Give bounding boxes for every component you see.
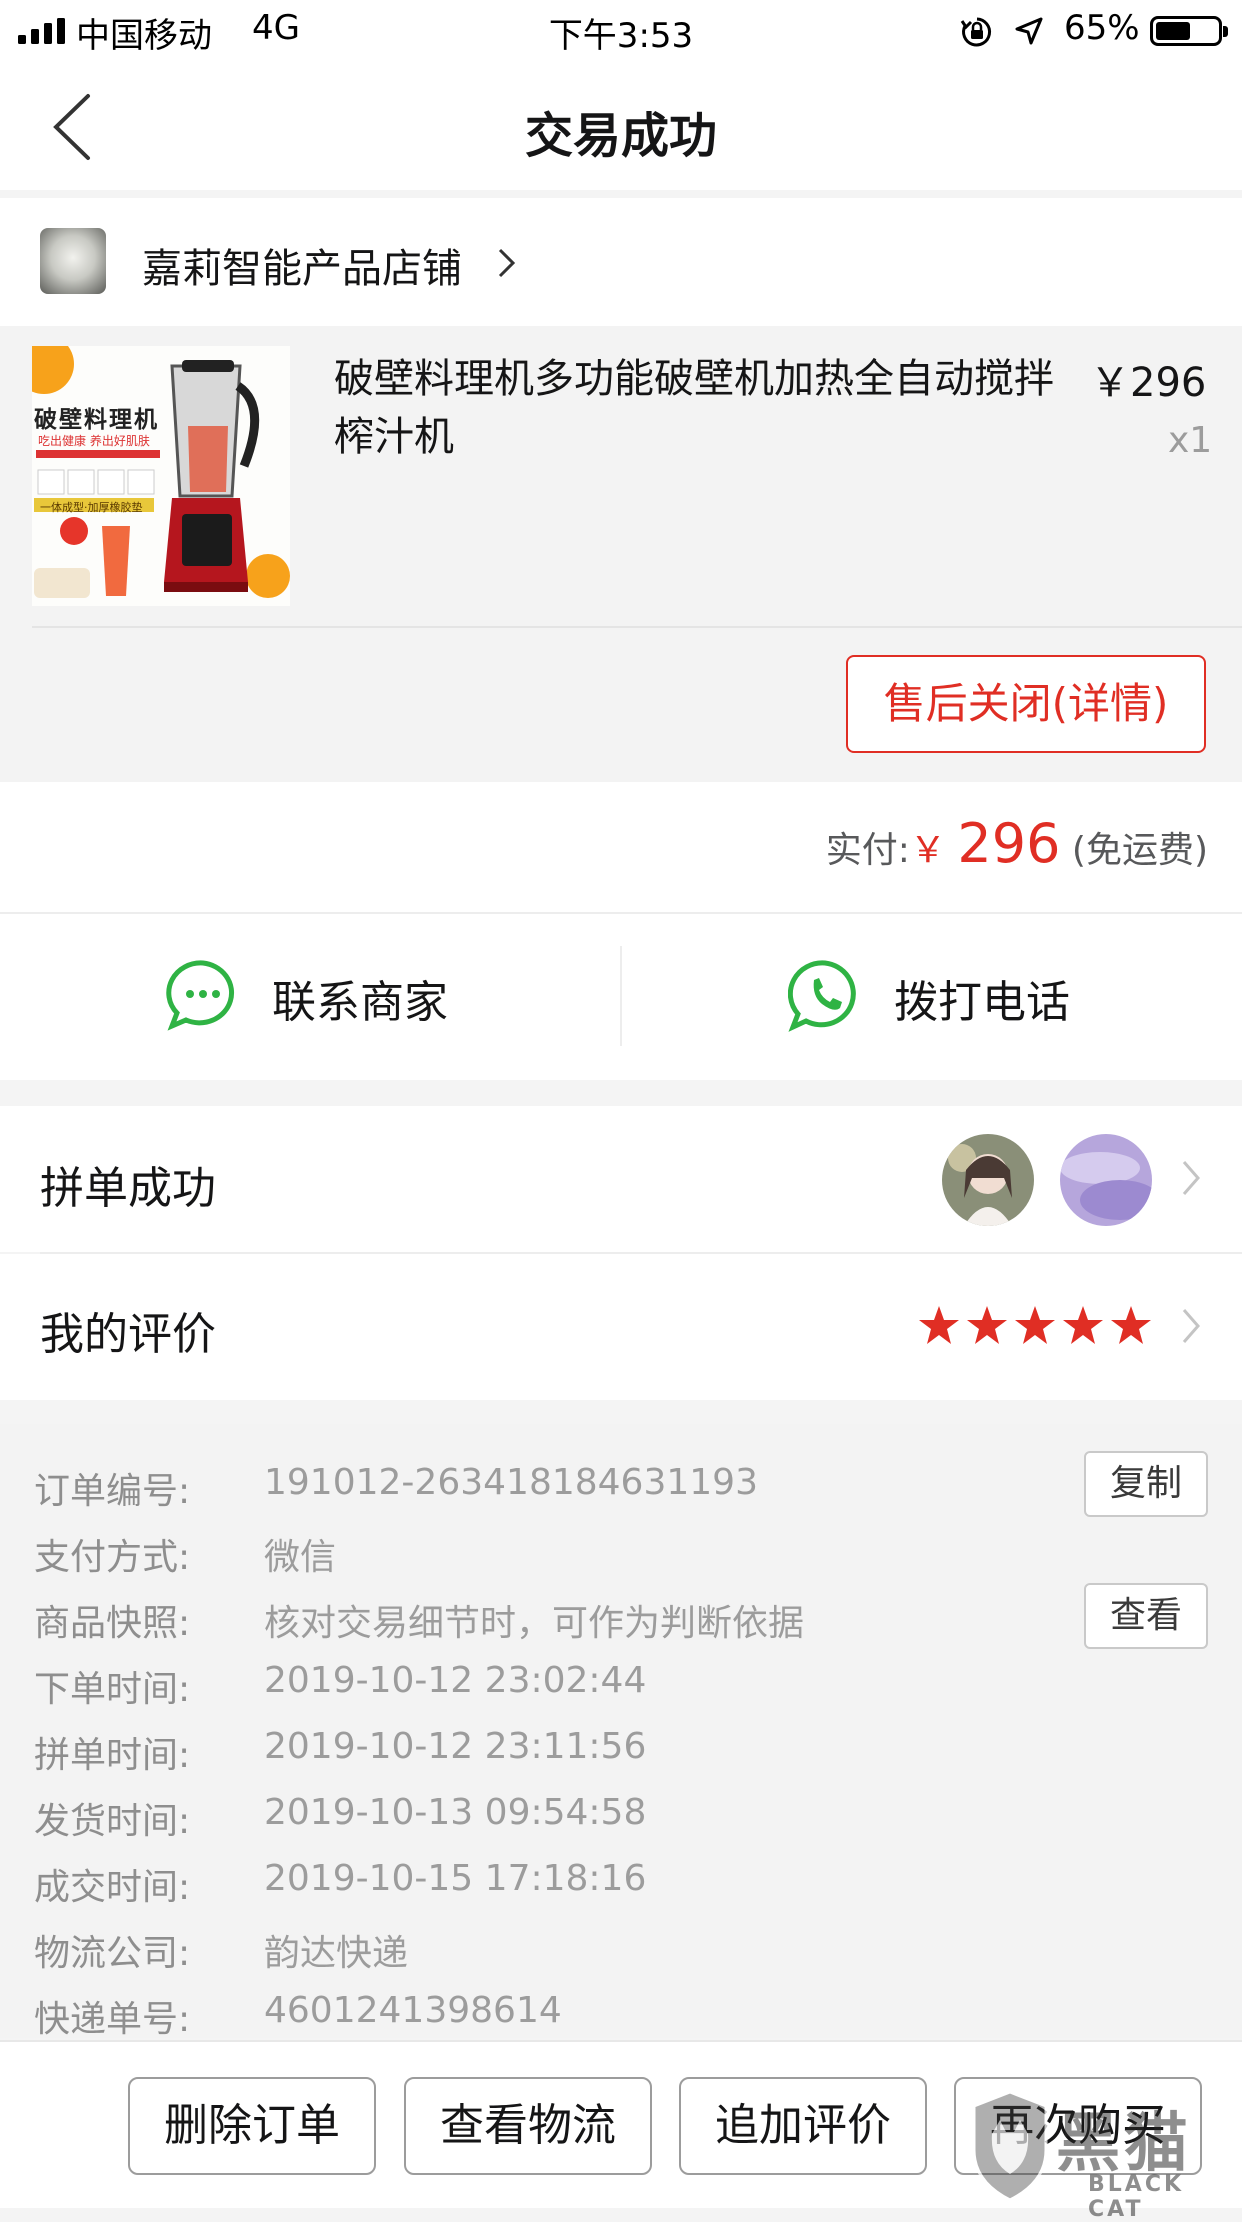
view-snapshot-button[interactable]: 查看 [1084,1583,1208,1649]
snapshot-text: 核对交易细节时，可作为判断依据 [264,1603,805,1644]
courier-label: 物流公司: [34,1933,191,1974]
chevron-right-icon [1182,1161,1200,1195]
product-quantity: x1 [1168,420,1213,461]
shield-logo-icon [972,2090,1048,2202]
view-logistics-button[interactable]: 查看物流 [404,2077,652,2175]
avatar-photo [942,1134,1034,1226]
star-icon [1015,1306,1055,1344]
location-arrow-icon [1015,17,1043,45]
product-image[interactable]: 破壁料理机 吃出健康 养出好肌肤 一体成型·加厚橡胶垫 [32,346,290,606]
rating-stars [918,1305,1158,1345]
my-review-label: 我的评价 [40,1309,216,1360]
star-icon [919,1306,959,1344]
group-buy-label: 拼单成功 [40,1163,216,1214]
star-icon [1111,1306,1151,1344]
avatar[interactable] [1060,1134,1152,1226]
product-image-banner: 一体成型·加厚橡胶垫 [40,501,143,514]
star-icon [967,1306,1007,1344]
product-image-text: 破壁料理机 [34,407,159,433]
after-sale-details-button[interactable]: 售后关闭(详情) [846,655,1206,753]
battery-percent: 65% [1064,8,1140,48]
contact-merchant-label[interactable]: 联系商家 [272,966,448,1030]
avatar[interactable] [942,1134,1034,1226]
group-time-label: 拼单时间: [34,1735,191,1776]
product-image-subtext: 吃出健康 养出好肌肤 [38,434,150,448]
page-title: 交易成功 [524,108,717,164]
courier: 韵达快递 [264,1933,409,1974]
deal-time-label: 成交时间: [34,1867,191,1908]
shipping-note: (免运费) [1071,830,1208,871]
snapshot-label: 商品快照: [34,1603,191,1644]
store-name[interactable]: 嘉莉智能产品店铺 [142,236,462,294]
order-time: 2019-10-12 23:02:44 [264,1660,647,1701]
divider [32,626,1242,628]
copy-button[interactable]: 复制 [1084,1451,1208,1517]
watermark-text: 黑猫 [1056,2107,1192,2181]
orientation-lock-icon [960,17,992,47]
deal-time: 2019-10-15 17:18:16 [264,1858,647,1899]
tracking-number: 4601241398614 [264,1990,562,2031]
product-title[interactable]: 破壁料理机多功能破壁机加热全自动搅拌榨汁机 [334,350,1060,466]
payment-method-label: 支付方式: [34,1537,191,1578]
product-price: ￥296 [1090,360,1207,406]
chevron-right-icon [498,248,516,278]
paid-amount: 296 [957,812,1061,875]
order-number-label: 订单编号: [34,1471,191,1512]
order-number: 191012-263418184631193 [264,1462,758,1503]
paid-currency: ￥ [909,830,946,871]
group-time: 2019-10-12 23:11:56 [264,1726,647,1767]
order-time-label: 下单时间: [34,1669,191,1710]
blender-illustration [32,346,290,606]
ship-time: 2019-10-13 09:54:58 [264,1792,647,1833]
avatar-photo [1060,1134,1152,1226]
paid-line: 实付:￥ 296 (免运费) [826,812,1208,875]
call-phone-label[interactable]: 拨打电话 [894,966,1070,1030]
status-time: 下午3:53 [548,16,694,56]
paid-label: 实付: [825,830,910,871]
add-review-button[interactable]: 追加评价 [679,2077,927,2175]
star-icon [1063,1306,1103,1344]
black-cat-watermark: 黑猫 BLACK CAT [970,2086,1240,2222]
chevron-right-icon [1182,1309,1200,1343]
payment-method: 微信 [264,1537,337,1578]
battery-icon [1150,16,1228,46]
chat-bubble-icon [166,960,235,1031]
delete-order-button[interactable]: 删除订单 [128,2077,376,2175]
ship-time-label: 发货时间: [34,1801,191,1842]
tracking-number-label: 快递单号: [34,1999,191,2040]
watermark-subtext: BLACK CAT [1088,2172,1185,2222]
phone-icon [788,960,856,1032]
store-logo [40,228,106,294]
